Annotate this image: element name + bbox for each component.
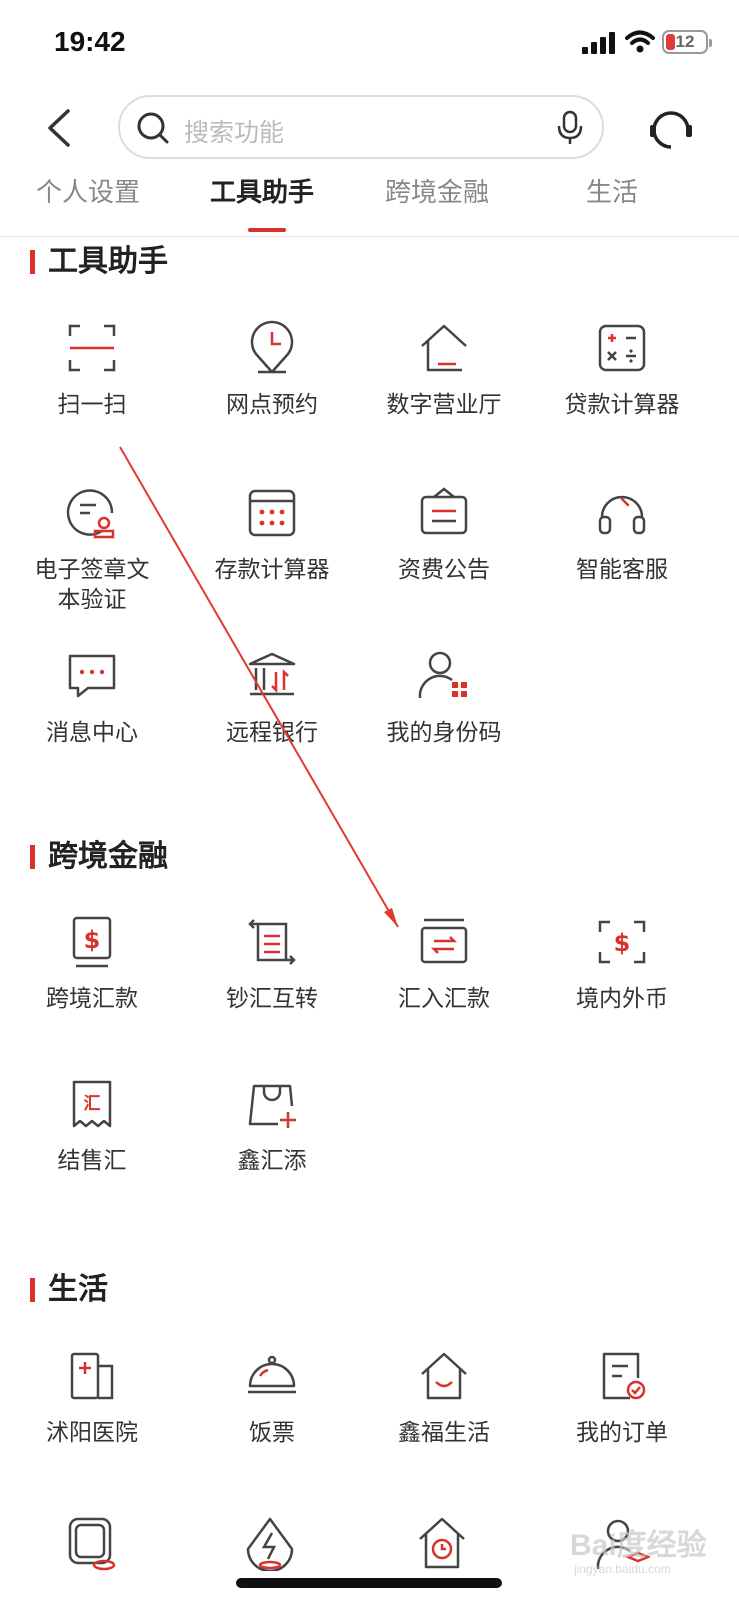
exchange-icon	[248, 919, 296, 965]
life-shuyang-hospital[interactable]: 沭阳医院	[0, 1348, 184, 1448]
life-my-orders[interactable]: 我的订单	[530, 1348, 714, 1448]
message-icon	[68, 654, 116, 698]
smile-house-icon	[421, 1352, 467, 1400]
battery-level: 12	[675, 32, 695, 51]
tool-remote-bank[interactable]: 远程银行	[180, 648, 364, 748]
section-title-tools: 工具助手	[30, 243, 168, 281]
utility-bill-icon[interactable]	[242, 1515, 298, 1571]
home-indicator[interactable]	[236, 1578, 502, 1588]
xin-hui-tian[interactable]: 鑫汇添	[180, 1076, 364, 1176]
wifi-icon	[625, 30, 655, 53]
notice-board-icon	[420, 487, 468, 535]
tool-branch-booking[interactable]: 网点预约	[180, 320, 364, 420]
category-tabs: 个人设置 工具助手 跨境金融 生活	[0, 166, 739, 237]
calendar-grid-icon	[248, 489, 296, 537]
battery-icon: 12	[662, 30, 712, 54]
inbound-remittance[interactable]: 汇入汇款	[352, 914, 536, 1014]
bank-icon	[248, 652, 296, 696]
tool-deposit-calculator[interactable]: 存款计算器	[180, 485, 364, 585]
headset-icon	[598, 495, 646, 535]
order-icon	[602, 1352, 646, 1400]
status-bar: 19:42 12	[0, 0, 739, 90]
tab-personal-settings[interactable]: 个人设置	[3, 172, 173, 209]
seal-verify-icon	[66, 489, 115, 539]
house-clock-icon[interactable]	[414, 1515, 470, 1571]
inbound-transfer-icon	[420, 918, 468, 964]
tool-scan[interactable]: 扫一扫	[0, 320, 184, 420]
tab-indicator	[248, 228, 286, 232]
fx-settlement[interactable]: 汇 结售汇	[0, 1076, 184, 1176]
life-xinfu-life[interactable]: 鑫福生活	[352, 1348, 536, 1448]
tool-digital-hall[interactable]: 数字营业厅	[352, 320, 536, 420]
dollar-doc-icon: $	[72, 916, 112, 968]
tab-life[interactable]: 生活	[527, 172, 697, 209]
cross-border-remittance[interactable]: $ 跨境汇款	[0, 914, 184, 1014]
receipt-icon: 汇	[72, 1080, 112, 1128]
search-input[interactable]: 搜索功能	[118, 95, 604, 159]
section-title-life: 生活	[30, 1271, 108, 1309]
bag-plus-icon	[248, 1084, 296, 1128]
svg-text:$: $	[614, 929, 631, 957]
back-arrow-icon[interactable]	[38, 103, 86, 153]
tool-smart-service[interactable]: 智能客服	[530, 485, 714, 585]
tab-cross-border[interactable]: 跨境金融	[352, 172, 522, 209]
header: 搜索功能	[0, 95, 739, 165]
hospital-icon	[70, 1352, 114, 1400]
search-icon	[137, 112, 169, 144]
customer-service-icon[interactable]	[646, 103, 696, 153]
status-time: 19:42	[54, 26, 126, 57]
calculator-icon	[598, 324, 646, 372]
watermark: Bai度经验 jingyan.baidu.com	[560, 1520, 720, 1580]
house-icon	[421, 324, 467, 372]
tool-fee-notice[interactable]: 资费公告	[352, 485, 536, 585]
cash-remit-exchange[interactable]: 钞汇互转	[180, 914, 364, 1014]
domestic-foreign-currency[interactable]: $ 境内外币	[530, 914, 714, 1014]
watermark-main: Bai度经验	[570, 1529, 707, 1562]
section-title-cross-border: 跨境金融	[30, 838, 168, 876]
receipt-glyph: 汇	[84, 1094, 101, 1114]
search-placeholder: 搜索功能	[184, 118, 285, 147]
life-meal-ticket[interactable]: 饭票	[180, 1348, 364, 1448]
dollar-exchange-icon: $	[598, 920, 646, 964]
person-qr-icon	[418, 651, 467, 699]
tool-message-center[interactable]: 消息中心	[0, 648, 184, 748]
svg-text:$: $	[84, 926, 101, 954]
scan-icon	[68, 324, 116, 372]
cellular-signal-icon	[582, 32, 615, 54]
dish-cover-icon	[248, 1355, 296, 1394]
watermark-sub: jingyan.baidu.com	[574, 1562, 671, 1576]
tool-loan-calculator[interactable]: 贷款计算器	[530, 320, 714, 420]
location-clock-icon	[250, 320, 294, 374]
card-icon[interactable]	[64, 1515, 120, 1571]
tool-e-seal-verify[interactable]: 电子签章文本验证	[0, 485, 184, 615]
tab-tools[interactable]: 工具助手	[177, 172, 347, 209]
microphone-icon[interactable]	[556, 110, 584, 146]
tool-my-id-code[interactable]: 我的身份码	[352, 648, 536, 748]
